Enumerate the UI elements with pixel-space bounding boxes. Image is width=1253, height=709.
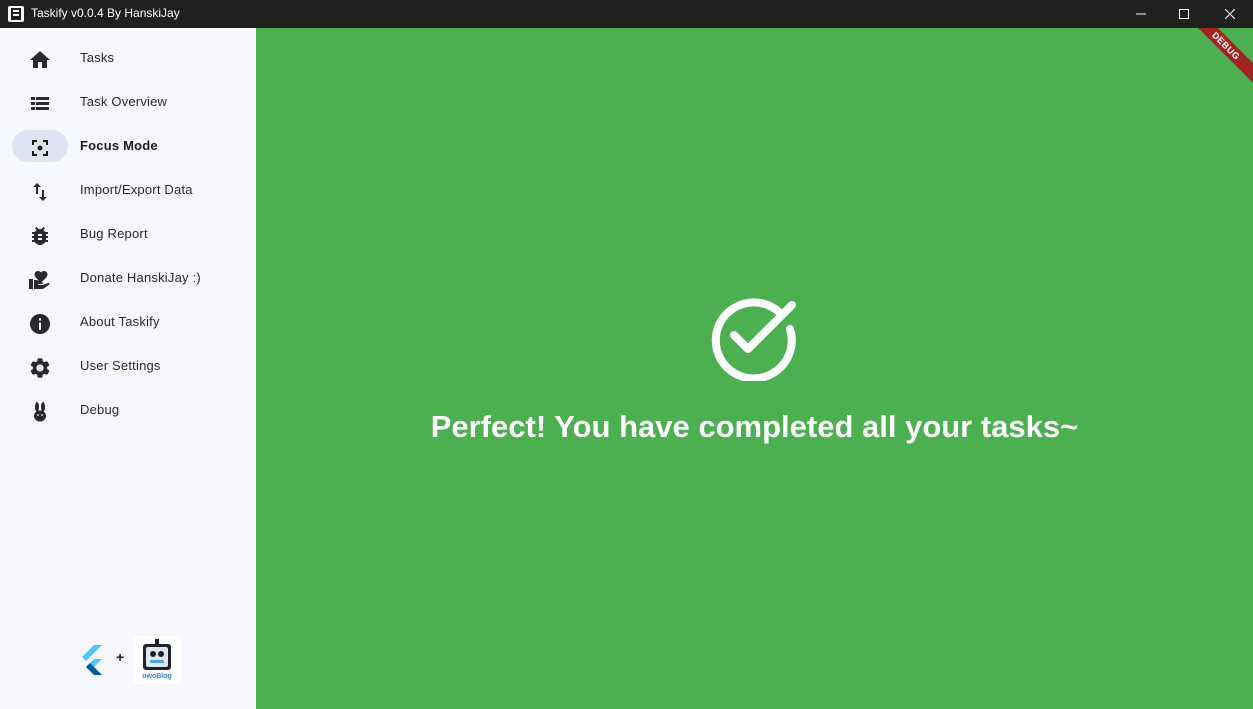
nav-item-debug[interactable]: Debug bbox=[12, 394, 244, 426]
nav-item-import-export[interactable]: Import/Export Data bbox=[12, 174, 244, 206]
maximize-button[interactable] bbox=[1161, 0, 1207, 28]
center-focus-icon bbox=[32, 140, 48, 156]
list-icon bbox=[31, 97, 49, 110]
info-icon bbox=[30, 314, 50, 334]
nav-item-user-settings[interactable]: User Settings bbox=[12, 350, 244, 382]
nav-item-task-overview[interactable]: Task Overview bbox=[12, 86, 244, 118]
nav-label: Donate HanskiJay :) bbox=[80, 270, 201, 285]
nav-label: Focus Mode bbox=[80, 138, 158, 153]
debug-banner: DEBUG bbox=[1182, 28, 1253, 90]
flutter-logo-icon bbox=[82, 645, 102, 675]
check-circle-icon bbox=[711, 298, 796, 381]
bug-icon bbox=[32, 227, 48, 245]
nav-item-donate[interactable]: Donate HanskiJay :) bbox=[12, 262, 244, 294]
window-title: Taskify v0.0.4 By HanskiJay bbox=[31, 6, 180, 20]
volunteer-heart-icon bbox=[29, 271, 50, 289]
gear-icon bbox=[30, 358, 50, 378]
import-export-icon bbox=[33, 183, 47, 201]
robot-mascot-icon bbox=[143, 639, 171, 670]
nav-label: About Taskify bbox=[80, 314, 160, 329]
home-icon bbox=[30, 51, 50, 68]
close-icon bbox=[1225, 9, 1235, 19]
footer-logos: + owoBlog bbox=[80, 632, 190, 684]
bunny-icon bbox=[34, 402, 46, 422]
owoblog-logo-text: owoBlog bbox=[142, 673, 172, 680]
focus-mode-panel: Perfect! You have completed all your tas… bbox=[256, 28, 1253, 709]
navigation-rail: Tasks Task Overview Focus Mode Import/Ex… bbox=[0, 28, 256, 709]
nav-item-tasks[interactable]: Tasks bbox=[12, 42, 244, 74]
title-bar: Taskify v0.0.4 By HanskiJay bbox=[0, 0, 1253, 28]
close-button[interactable] bbox=[1207, 0, 1253, 28]
completion-message: Perfect! You have completed all your tas… bbox=[430, 409, 1079, 444]
plus-sign: + bbox=[116, 649, 125, 665]
nav-label: Task Overview bbox=[80, 94, 168, 109]
owoblog-logo: owoBlog bbox=[133, 636, 181, 684]
app-logo-icon bbox=[8, 6, 24, 22]
nav-label: User Settings bbox=[80, 358, 161, 373]
nav-label: Tasks bbox=[80, 50, 115, 65]
nav-label: Import/Export Data bbox=[80, 182, 193, 197]
minimize-button[interactable] bbox=[1118, 0, 1164, 28]
nav-item-about[interactable]: About Taskify bbox=[12, 306, 244, 338]
minimize-icon bbox=[1136, 13, 1146, 15]
nav-label: Bug Report bbox=[80, 226, 148, 241]
maximize-icon bbox=[1179, 9, 1189, 19]
nav-label: Debug bbox=[80, 402, 120, 417]
nav-item-focus-mode[interactable]: Focus Mode bbox=[12, 130, 244, 162]
nav-item-bug-report[interactable]: Bug Report bbox=[12, 218, 244, 250]
